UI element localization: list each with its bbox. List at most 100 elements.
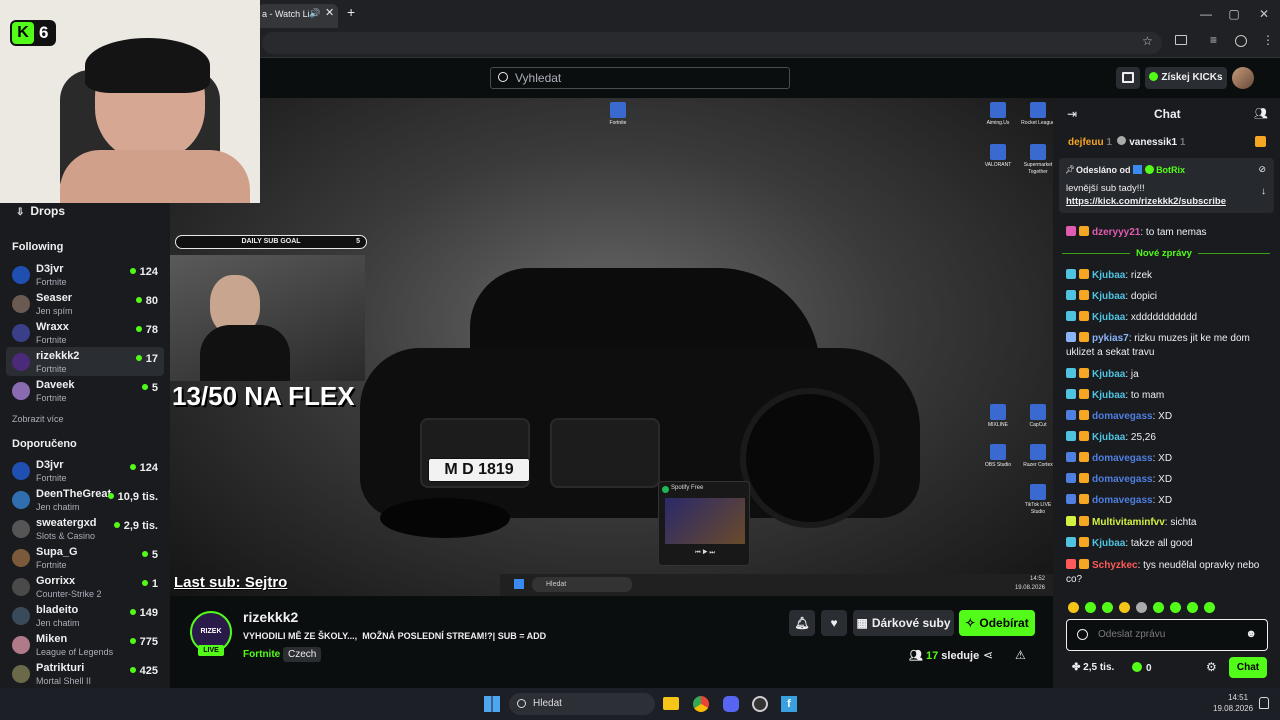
media-icon[interactable]: ≡ xyxy=(1210,33,1217,47)
chat-message: Kjubaa: dopici xyxy=(1066,290,1271,304)
chat-users-icon[interactable]: 👥︎ xyxy=(1254,107,1268,120)
viewer-count: 124 xyxy=(129,462,158,474)
sidebar-channel[interactable]: Gorrixx Counter-Strike 2 1 xyxy=(0,572,170,601)
channel-name[interactable]: rizekkk2 xyxy=(243,609,298,625)
sidebar-channel[interactable]: Wraxx Fortnite 78 xyxy=(0,318,170,347)
sub-badge-icon xyxy=(1066,226,1076,236)
sidebar-channel[interactable]: D3jvr Fortnite 124 xyxy=(0,456,170,485)
live-dot xyxy=(141,384,148,390)
desktop-icon-image xyxy=(1030,144,1046,160)
user-avatar[interactable] xyxy=(1232,67,1254,89)
chat-text: : sichta xyxy=(1164,517,1197,528)
sidebar-channel[interactable]: bladeito Jen chatim 149 xyxy=(0,601,170,630)
taskbar-search[interactable]: Hledat xyxy=(509,693,655,715)
chat-username[interactable]: Schyzkec xyxy=(1092,560,1138,571)
fortnite-icon[interactable]: f xyxy=(781,696,797,712)
new-tab-button[interactable]: + xyxy=(347,4,355,20)
pinned-link[interactable]: https://kick.com/rizekkk2/subscribe xyxy=(1066,196,1226,207)
chat-message: domavegass: XD xyxy=(1066,452,1271,466)
drops-link[interactable]: ⇩ Drops xyxy=(16,204,65,218)
menu-icon[interactable]: ⋮ xyxy=(1262,33,1274,47)
crown-badge-icon xyxy=(1079,494,1089,504)
chat-username[interactable]: Multivitaminfvv xyxy=(1092,517,1165,528)
kicks-balance-icon: ✤ xyxy=(1072,662,1084,673)
chat-username[interactable]: domavegass xyxy=(1092,474,1153,485)
chat-username[interactable]: Kjubaa xyxy=(1092,312,1125,323)
inner-taskbar-search: Hledat xyxy=(532,577,632,592)
sidebar-channel[interactable]: DeenTheGreat Jen chatim 10,9 tis. xyxy=(0,485,170,514)
sub-goal-value: 5 xyxy=(356,238,360,245)
video-player[interactable]: M D 1819 DAILY SUB GOAL 5 13/50 NA FLEX … xyxy=(170,98,1053,596)
chat-username[interactable]: domavegass xyxy=(1092,411,1153,422)
chat-username[interactable]: pykias7 xyxy=(1092,333,1129,344)
sidebar-channel[interactable]: D3jvr Fortnite 124 xyxy=(0,260,170,289)
channel-points[interactable]: 0 xyxy=(1132,662,1152,674)
viewer-count: 80 xyxy=(135,295,158,307)
profile-icon[interactable] xyxy=(1235,35,1247,47)
notify-button[interactable]: 🔔︎ xyxy=(789,610,815,636)
expand-pin-icon[interactable]: ↓ xyxy=(1261,186,1266,197)
sidebar-channel[interactable]: Daveek Fortnite 5 xyxy=(0,376,170,405)
heart-icon: ♥ xyxy=(830,616,838,630)
sidebar-channel[interactable]: Seaser Jen spím 80 xyxy=(0,289,170,318)
share-icon[interactable]: ⋖ xyxy=(983,648,993,662)
minimize-icon[interactable]: — xyxy=(1198,6,1214,22)
chat-username[interactable]: Kjubaa xyxy=(1092,270,1125,281)
viewer-count: 17 xyxy=(135,353,158,365)
bookmark-star-icon[interactable]: ☆ xyxy=(1142,34,1153,48)
chat-username[interactable]: Kjubaa xyxy=(1092,291,1125,302)
desktop-icon-label: CapCut xyxy=(1029,422,1047,428)
report-icon[interactable]: ⚠︎ xyxy=(1015,648,1026,662)
chat-username[interactable]: domavegass xyxy=(1092,453,1153,464)
favorite-button[interactable]: ♥ xyxy=(821,610,847,636)
address-bar[interactable] xyxy=(262,32,1162,54)
live-dot xyxy=(129,609,136,615)
sidebar-channel[interactable]: Supa_G Fortnite 5 xyxy=(0,543,170,572)
search-input[interactable]: Vyhledat xyxy=(490,67,790,89)
chat-username[interactable]: Kjubaa xyxy=(1092,369,1125,380)
chat-input[interactable]: Odeslat zprávu ☻ xyxy=(1066,619,1268,651)
viewer-count: 124 xyxy=(129,266,158,278)
mute-tab-icon[interactable]: 🔊 xyxy=(309,8,320,19)
cast-icon[interactable] xyxy=(1175,35,1187,45)
chat-input-icon xyxy=(1077,629,1088,640)
get-kicks-button[interactable]: Získej KICKs xyxy=(1145,67,1227,89)
gift-subs-button[interactable]: ▦ Dárkové suby xyxy=(853,610,954,636)
viewer-count: 775 xyxy=(129,636,158,648)
channel-avatar xyxy=(12,520,30,538)
sidebar-channel[interactable]: rizekkk2 Fortnite 17 xyxy=(6,347,164,376)
chat-username[interactable]: domavegass xyxy=(1092,495,1153,506)
tag-czech[interactable]: Czech xyxy=(283,647,322,662)
discord-icon[interactable] xyxy=(723,696,739,712)
chat-username[interactable]: Kjubaa xyxy=(1092,432,1125,443)
emoji-icon[interactable]: ☻ xyxy=(1245,628,1257,640)
windows-start-icon[interactable] xyxy=(484,696,500,712)
collapse-chat-icon[interactable]: ⇥ xyxy=(1067,107,1077,121)
close-window-icon[interactable]: ✕ xyxy=(1256,6,1272,22)
category-link[interactable]: Fortnite xyxy=(243,649,280,660)
browse-icon-button[interactable] xyxy=(1116,67,1140,89)
maximize-icon[interactable]: ▢ xyxy=(1226,6,1242,22)
file-explorer-icon[interactable] xyxy=(663,697,679,710)
sidebar-channel[interactable]: Patrikturi Mortal Shell II 425 xyxy=(0,659,170,688)
channel-game: Slots & Casino xyxy=(36,531,96,541)
follow-button[interactable]: ✧ Odebírat xyxy=(959,610,1035,636)
chat-username[interactable]: dzeryyy21 xyxy=(1092,227,1140,238)
chat-settings-icon[interactable]: ⚙ xyxy=(1206,660,1217,674)
chat-username[interactable]: Kjubaa xyxy=(1092,390,1125,401)
kicks-balance[interactable]: ✤ 2,5 tis. xyxy=(1072,662,1114,673)
chat-username[interactable]: Kjubaa xyxy=(1092,538,1125,549)
show-more-link[interactable]: Zobrazit více xyxy=(12,414,64,424)
sidebar-channel[interactable]: Miken League of Legends 775 xyxy=(0,630,170,659)
send-chat-button[interactable]: Chat xyxy=(1229,657,1267,678)
notifications-icon[interactable] xyxy=(1259,697,1269,709)
sidebar-channel[interactable]: sweatergxd Slots & Casino 2,9 tis. xyxy=(0,514,170,543)
unpin-icon[interactable]: ⊘ xyxy=(1258,164,1266,175)
pinned-by: BotRix xyxy=(1156,165,1186,175)
sub-badge-icon xyxy=(1066,290,1076,300)
chrome-icon[interactable] xyxy=(693,696,709,712)
live-dot xyxy=(141,551,148,557)
sub-badge-icon xyxy=(1066,368,1076,378)
close-tab-icon[interactable]: ✕ xyxy=(325,6,334,19)
obs-icon[interactable] xyxy=(752,696,768,712)
